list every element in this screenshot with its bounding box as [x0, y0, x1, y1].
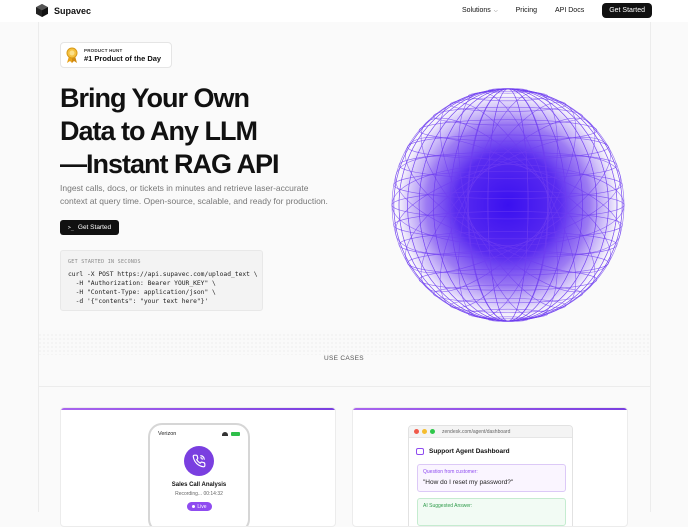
wifi-icon — [222, 432, 228, 436]
cube-icon — [36, 4, 48, 17]
dashboard-title-text: Support Agent Dashboard — [429, 448, 510, 455]
question-label: Question from customer: — [423, 469, 478, 475]
hero-cta-label: Get Started — [77, 224, 112, 231]
chevron-down-icon: ⌵ — [493, 7, 498, 14]
frame-line-right — [650, 22, 651, 512]
live-badge: Live — [187, 502, 212, 511]
subtext-line-2: context at query time. Open-source, scal… — [60, 196, 328, 206]
nav-links: Solutions ⌵ Pricing API Docs Get Started — [462, 3, 652, 18]
terminal-icon: >_ — [67, 224, 74, 231]
frame-line-left — [38, 22, 39, 512]
badge-label: PRODUCT HUNT — [84, 47, 123, 53]
top-nav: Supavec Solutions ⌵ Pricing API Docs Get… — [0, 0, 688, 22]
phone-status-icons — [222, 432, 240, 436]
medal-icon — [66, 47, 78, 63]
code-lines: curl -X POST https://api.supavec.com/upl… — [68, 270, 258, 306]
section-divider — [38, 386, 650, 387]
headline-line-1: Bring Your Own — [60, 83, 250, 113]
code-title: GET STARTED IN SECONDS — [68, 259, 141, 265]
nav-pricing[interactable]: Pricing — [516, 7, 537, 14]
ai-suggested-answer: AI Suggested Answer: — [417, 498, 566, 526]
dashboard-title: Support Agent Dashboard — [416, 448, 510, 455]
call-recording-status: Recording... 00:14:32 — [175, 491, 223, 497]
nav-solutions-label: Solutions — [462, 7, 491, 14]
live-dot-icon — [192, 505, 196, 508]
product-hunt-badge[interactable]: PRODUCT HUNT #1 Product of the Day — [60, 42, 172, 68]
subtext-line-1: Ingest calls, docs, or tickets in minute… — [60, 183, 309, 193]
brand-name: Supavec — [54, 5, 92, 16]
phone-mockup: Verizon Sales Call Analysis Recording...… — [148, 423, 250, 526]
chat-icon — [416, 448, 424, 455]
browser-toolbar: zendesk.com/agent/dashboard — [409, 426, 572, 438]
code-snippet[interactable]: GET STARTED IN SECONDS curl -X POST http… — [60, 250, 263, 311]
hero-get-started-button[interactable]: >_ Get Started — [60, 220, 119, 235]
phone-icon — [184, 446, 214, 476]
carrier-label: Verizon — [158, 431, 177, 437]
hero-subtext: Ingest calls, docs, or tickets in minute… — [60, 182, 340, 208]
card-accent-bar — [61, 408, 335, 410]
customer-question: Question from customer: "How do I reset … — [417, 464, 566, 492]
brand-logo[interactable]: Supavec — [36, 4, 91, 17]
wireframe-globe-illustration — [391, 88, 625, 322]
nav-get-started-button[interactable]: Get Started — [602, 3, 652, 18]
use-case-card-sales[interactable]: Verizon Sales Call Analysis Recording...… — [60, 407, 336, 527]
badge-title: #1 Product of the Day — [84, 53, 162, 63]
nav-solutions[interactable]: Solutions ⌵ — [462, 7, 498, 14]
nav-api-docs[interactable]: API Docs — [555, 7, 584, 14]
headline-line-2: Data to Any LLM — [60, 116, 258, 146]
browser-url: zendesk.com/agent/dashboard — [442, 428, 511, 435]
code-line: curl -X POST https://api.supavec.com/upl… — [68, 271, 258, 278]
use-cases-heading: USE CASES — [324, 355, 364, 362]
dotted-divider — [38, 333, 650, 355]
card-accent-bar — [353, 408, 627, 410]
headline-line-3: —Instant RAG API — [60, 149, 280, 179]
question-text: "How do I reset my password?" — [423, 479, 514, 486]
code-line: -H "Content-Type: application/json" \ — [68, 289, 216, 296]
minimize-dot-icon — [422, 429, 427, 434]
hero-headline: Bring Your Own Data to Any LLM —Instant … — [60, 82, 280, 181]
use-case-card-support[interactable]: zendesk.com/agent/dashboard Support Agen… — [352, 407, 628, 527]
answer-label: AI Suggested Answer: — [423, 503, 473, 509]
maximize-dot-icon — [430, 429, 435, 434]
close-dot-icon — [414, 429, 419, 434]
badge-text: PRODUCT HUNT #1 Product of the Day — [84, 48, 161, 63]
code-line: -d '{"contents": "your text here"}' — [68, 298, 209, 305]
call-title: Sales Call Analysis — [171, 482, 227, 488]
battery-icon — [231, 432, 240, 436]
live-label: Live — [197, 503, 207, 510]
code-line: -H "Authorization: Bearer YOUR_KEY" \ — [68, 280, 216, 287]
